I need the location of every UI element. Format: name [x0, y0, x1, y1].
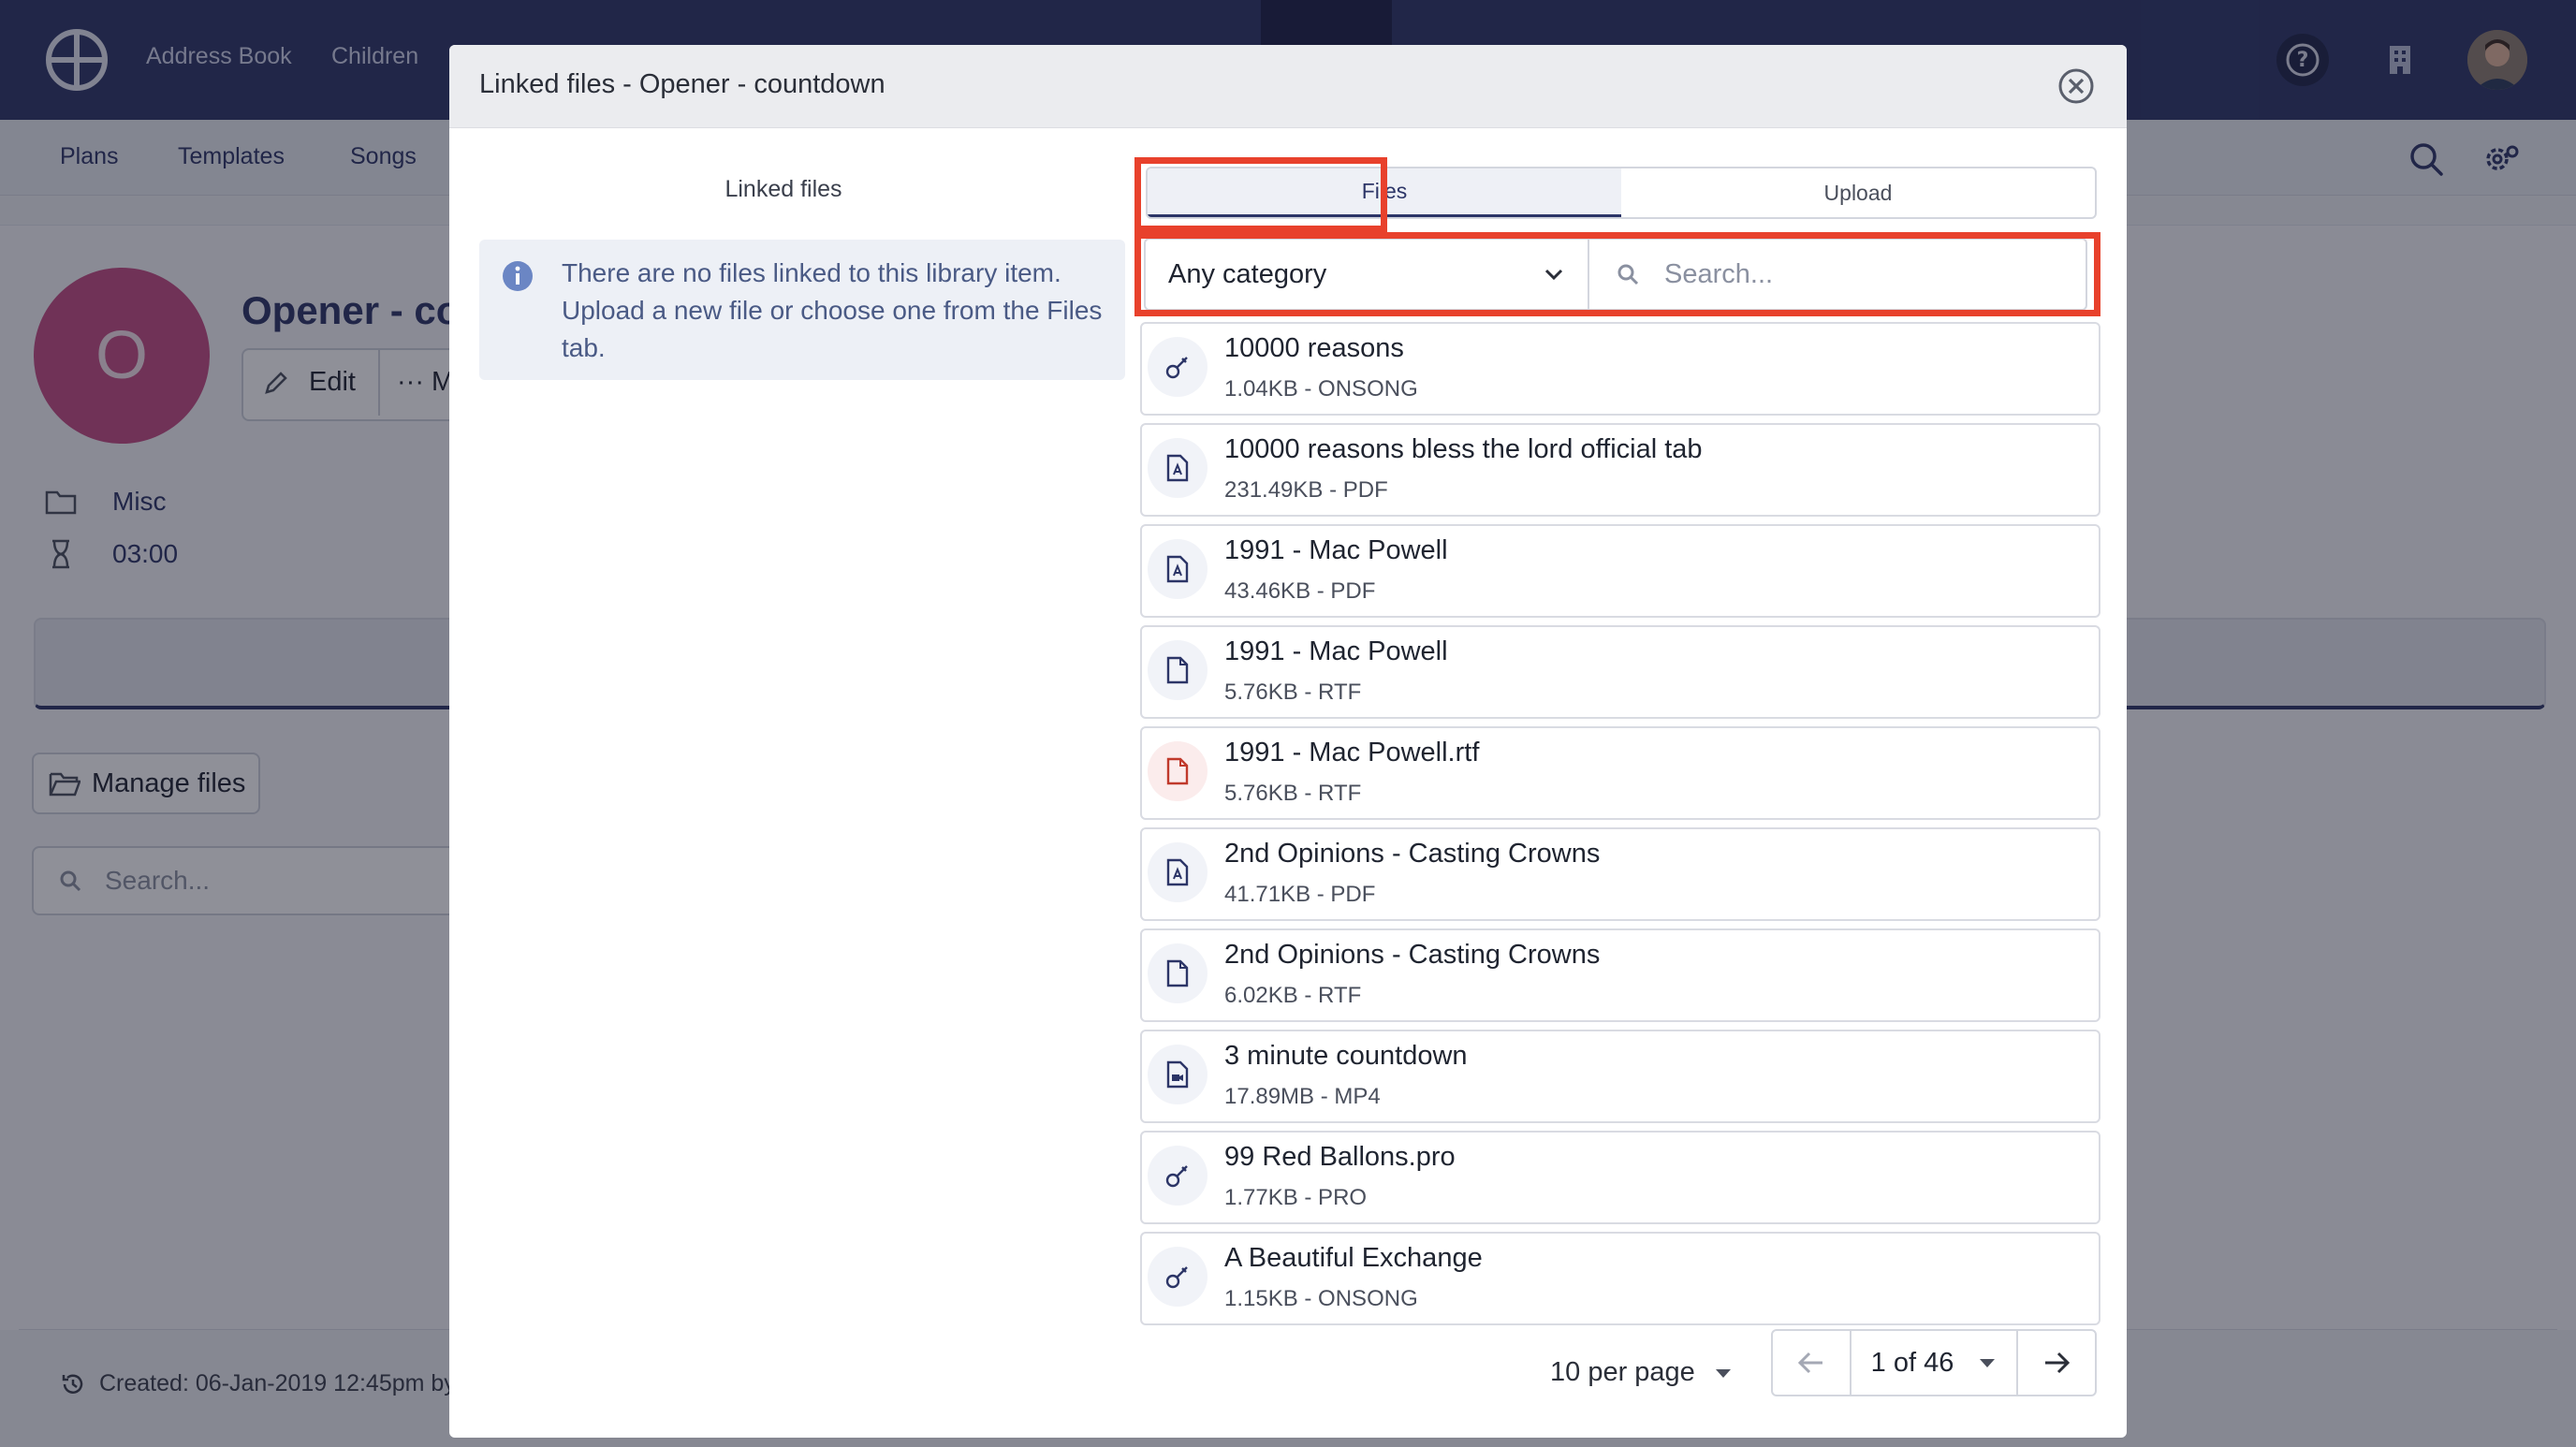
file-row[interactable]: 1991 - Mac Powell.rtf 5.76KB - RTF	[1140, 726, 2100, 820]
guitar-icon	[1148, 337, 1208, 397]
page-select[interactable]: 1 of 46	[1850, 1331, 2018, 1395]
file-row[interactable]: 2nd Opinions - Casting Crowns 6.02KB - RT…	[1140, 928, 2100, 1022]
pagination-control: 1 of 46	[1771, 1329, 2097, 1396]
file-name: 1991 - Mac Powell	[1224, 636, 1448, 666]
file-name: 1991 - Mac Powell	[1224, 535, 1448, 565]
file-meta: 1.04KB - ONSONG	[1224, 376, 1418, 402]
files-upload-tabs: Files Upload	[1146, 167, 2097, 219]
info-message: There are no files linked to this librar…	[562, 258, 1103, 362]
document-icon	[1148, 943, 1208, 1003]
modal-title: Linked files - Opener - countdown	[479, 69, 886, 99]
file-meta: 1.15KB - ONSONG	[1224, 1286, 1418, 1311]
file-name: 2nd Opinions - Casting Crowns	[1224, 839, 1601, 869]
tab-upload[interactable]: Upload	[1621, 168, 2095, 217]
guitar-icon	[1148, 1247, 1208, 1307]
file-meta: 43.46KB - PDF	[1224, 578, 1376, 604]
file-row[interactable]: 1991 - Mac Powell 43.46KB - PDF	[1140, 524, 2100, 618]
category-select-value: Any category	[1168, 258, 1327, 289]
file-meta: 1.77KB - PRO	[1224, 1185, 1368, 1210]
chevron-down-icon	[1544, 269, 1563, 281]
linked-files-modal: Linked files - Opener - countdown Linked…	[449, 45, 2127, 1438]
file-name: 1991 - Mac Powell.rtf	[1224, 738, 1480, 767]
file-filter-bar: Any category Search...	[1144, 238, 2087, 311]
caret-down-icon	[1715, 1368, 1731, 1378]
file-row[interactable]: 10000 reasons 1.04KB - ONSONG	[1140, 322, 2100, 416]
next-page-button[interactable]	[2018, 1331, 2095, 1395]
file-meta: 5.76KB - RTF	[1224, 781, 1362, 806]
info-icon	[503, 261, 533, 291]
file-name: 3 minute countdown	[1224, 1041, 1468, 1071]
file-list: 10000 reasons 1.04KB - ONSONG 10000 reason…	[1140, 322, 2100, 1333]
file-meta: 231.49KB - PDF	[1224, 477, 1388, 503]
file-search-input[interactable]: Search...	[1589, 240, 2086, 309]
document-icon	[1148, 640, 1208, 700]
file-row[interactable]: 99 Red Ballons.pro 1.77KB - PRO	[1140, 1131, 2100, 1224]
file-row[interactable]: 10000 reasons bless the lord official ta…	[1140, 423, 2100, 517]
file-row[interactable]: A Beautiful Exchange 1.15KB - ONSONG	[1140, 1232, 2100, 1325]
file-name: 2nd Opinions - Casting Crowns	[1224, 940, 1601, 970]
search-icon	[1617, 264, 1639, 285]
per-page-value: 10 per page	[1550, 1357, 1695, 1387]
file-search-placeholder: Search...	[1664, 258, 1774, 289]
file-row[interactable]: 1991 - Mac Powell 5.76KB - RTF	[1140, 625, 2100, 719]
file-name: 10000 reasons bless the lord official ta…	[1224, 434, 1703, 464]
tab-files[interactable]: Files	[1148, 168, 1621, 217]
per-page-select[interactable]: 10 per page	[1550, 1357, 1733, 1388]
file-meta: 5.76KB - RTF	[1224, 680, 1362, 705]
file-name: 99 Red Ballons.pro	[1224, 1142, 1456, 1172]
pdf-icon	[1148, 842, 1208, 902]
file-meta: 17.89MB - MP4	[1224, 1084, 1381, 1109]
file-row[interactable]: 2nd Opinions - Casting Crowns 41.71KB - P…	[1140, 827, 2100, 921]
close-icon[interactable]	[2057, 67, 2095, 105]
guitar-icon	[1148, 1146, 1208, 1206]
arrow-left-icon	[1797, 1352, 1822, 1374]
modal-header: Linked files - Opener - countdown	[449, 45, 2127, 128]
pdf-icon	[1148, 438, 1208, 498]
caret-down-icon	[1980, 1359, 1996, 1367]
file-meta: 41.71KB - PDF	[1224, 882, 1376, 907]
file-row[interactable]: 3 minute countdown 17.89MB - MP4	[1140, 1030, 2100, 1123]
no-files-info-alert: There are no files linked to this librar…	[479, 240, 1125, 380]
pdf-icon	[1148, 539, 1208, 599]
document-icon-red	[1148, 741, 1208, 801]
file-name: 10000 reasons	[1224, 333, 1404, 363]
file-meta: 6.02KB - RTF	[1224, 983, 1362, 1008]
page-indicator: 1 of 46	[1870, 1347, 1954, 1378]
linked-files-heading: Linked files	[724, 176, 842, 202]
arrow-right-icon	[2045, 1352, 2071, 1374]
previous-page-button[interactable]	[1773, 1331, 1850, 1395]
category-select[interactable]: Any category	[1146, 240, 1589, 309]
file-name: A Beautiful Exchange	[1224, 1243, 1483, 1273]
video-file-icon	[1148, 1045, 1208, 1104]
